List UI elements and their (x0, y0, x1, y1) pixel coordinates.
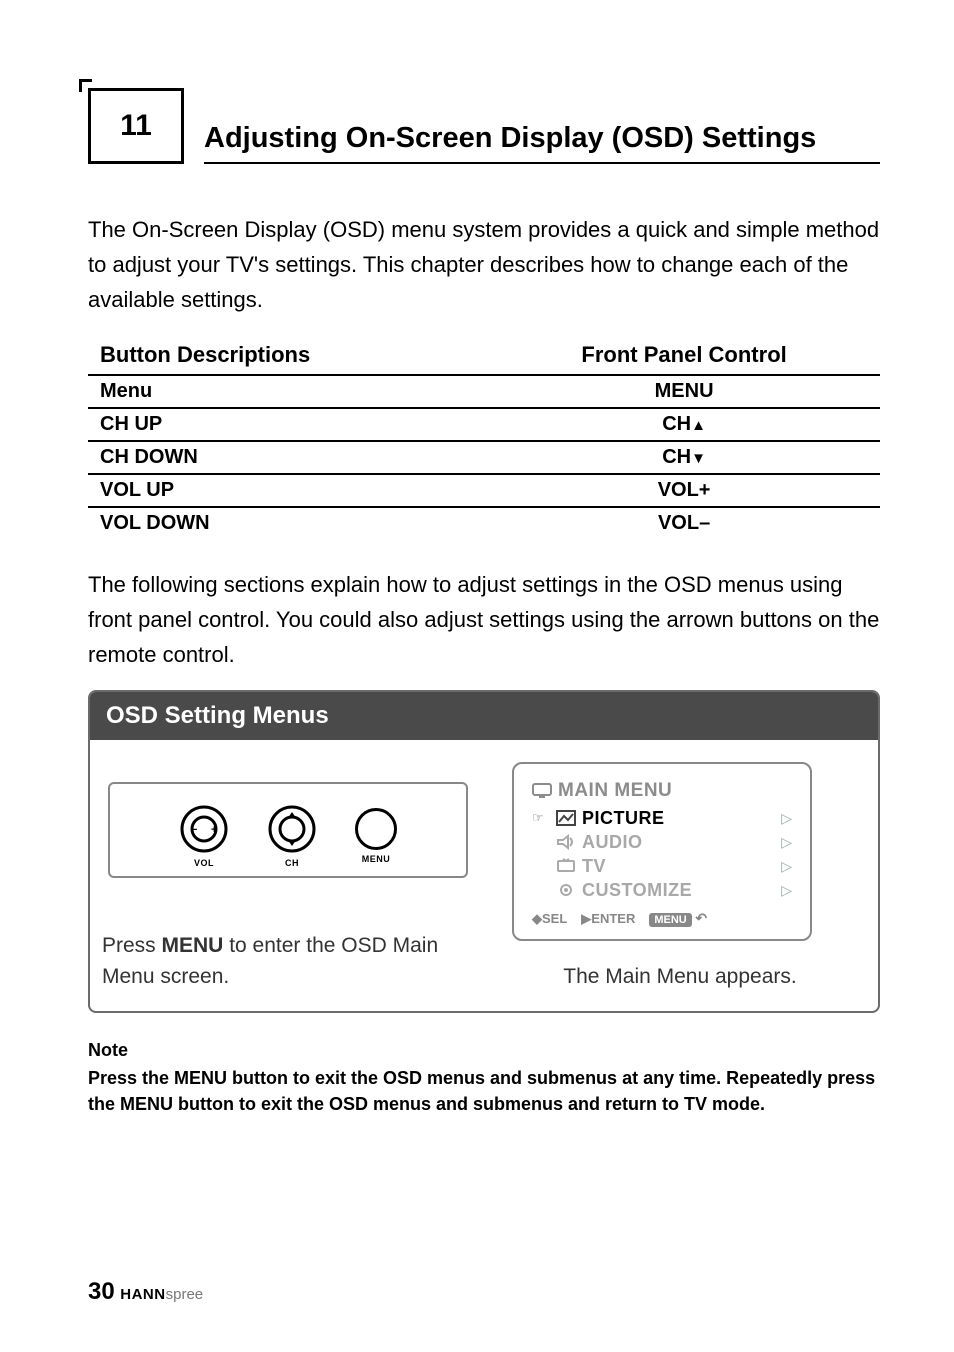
circle-icon (355, 808, 397, 850)
chapter-rule (204, 162, 880, 164)
cell-desc: VOL UP (88, 474, 488, 507)
menu-button: MENU (355, 804, 397, 864)
osd-menu-item: ☞ PICTURE ▷ (532, 806, 792, 830)
note-heading: Note (88, 1037, 880, 1063)
osd-menu-label: PICTURE (582, 808, 775, 829)
osd-menu-item: CUSTOMIZE ▷ (532, 878, 792, 902)
menu-pill: MENU (649, 913, 691, 927)
osd-menu-label: CUSTOMIZE (582, 880, 775, 901)
note-body: Press the MENU button to exit the OSD me… (88, 1068, 875, 1114)
ch-dial: CH (267, 804, 317, 868)
th-fpc: Front Panel Control (488, 338, 880, 375)
chapter-title: Adjusting On-Screen Display (OSD) Settin… (204, 120, 880, 156)
cell-fpc: MENU (488, 375, 880, 408)
chevron-right-icon: ▷ (781, 810, 792, 827)
left-caption: Press MENU to enter the OSD Main Menu sc… (102, 930, 474, 993)
pointer-icon: ☞ (532, 810, 550, 826)
osd-section: OSD Setting Menus − + VOL (88, 690, 880, 1013)
cell-fpc-text: CH (662, 446, 691, 468)
caption-text: Press (102, 934, 162, 957)
sel-hint: ◆SEL (532, 911, 567, 927)
brand-bold: HANN (120, 1286, 165, 1303)
enter-text: ENTER (591, 911, 635, 926)
triangle-down-icon (691, 446, 706, 468)
osd-menu-item: TV ▷ (532, 854, 792, 878)
intro-paragraph: The On-Screen Display (OSD) menu system … (88, 212, 880, 318)
th-desc: Button Descriptions (88, 338, 488, 375)
ch-label: CH (285, 858, 299, 868)
chapter-number: 11 (120, 109, 152, 143)
page-footer: 30 HANNspree (88, 1278, 203, 1306)
osd-heading: OSD Setting Menus (90, 692, 878, 740)
sel-text: SEL (542, 911, 567, 926)
tv-icon (556, 858, 576, 874)
right-caption: The Main Menu appears. (494, 961, 866, 993)
cell-fpc: VOL+ (488, 474, 880, 507)
return-icon: ↶ (695, 910, 707, 926)
osd-menu-title: MAIN MENU (558, 780, 672, 802)
enter-hint: ▶ENTER (581, 911, 635, 927)
chevron-right-icon: ▷ (781, 834, 792, 851)
cell-desc: Menu (88, 375, 488, 408)
menu-label: MENU (362, 854, 391, 864)
button-table: Button Descriptions Front Panel Control … (88, 338, 880, 539)
cell-fpc: CH (488, 441, 880, 474)
chevron-right-icon: ▷ (781, 858, 792, 875)
osd-menu-label: AUDIO (582, 832, 775, 853)
front-panel-figure: − + VOL CH (108, 782, 468, 878)
caption-bold: MENU (162, 934, 224, 957)
audio-icon (556, 834, 576, 850)
osd-menu-figure: MAIN MENU ☞ PICTURE ▷ AUDIO ▷ (512, 762, 812, 941)
table-row: CH DOWN CH (88, 441, 880, 474)
dial-icon: − + (179, 804, 229, 854)
customize-icon (556, 882, 576, 898)
table-row: CH UP CH (88, 408, 880, 441)
svg-text:+: + (211, 824, 217, 836)
table-row: VOL UP VOL+ (88, 474, 880, 507)
osd-menu-label: TV (582, 856, 775, 877)
picture-icon (556, 810, 576, 826)
menu-hint: MENU ↶ (649, 910, 707, 927)
cell-fpc: VOL– (488, 507, 880, 539)
chevron-right-icon: ▷ (781, 882, 792, 899)
cell-fpc-text: CH (662, 413, 691, 435)
table-row: Menu MENU (88, 375, 880, 408)
svg-text:−: − (191, 824, 197, 836)
triangle-up-icon (691, 413, 706, 435)
dial-icon (267, 804, 317, 854)
table-row: VOL DOWN VOL– (88, 507, 880, 539)
osd-menu-title-row: MAIN MENU (532, 780, 792, 802)
osd-menu-footer: ◆SEL ▶ENTER MENU ↶ (532, 910, 792, 927)
cell-desc: CH UP (88, 408, 488, 441)
vol-label: VOL (194, 858, 214, 868)
note-block: Note Press the MENU button to exit the O… (88, 1037, 880, 1117)
page-number: 30 (88, 1278, 115, 1305)
chapter-number-box: 11 (88, 88, 184, 164)
monitor-icon (532, 783, 552, 799)
chapter-header: 11 Adjusting On-Screen Display (OSD) Set… (88, 88, 880, 164)
brand-light: spree (166, 1286, 204, 1303)
paragraph-2: The following sections explain how to ad… (88, 567, 880, 673)
cell-desc: CH DOWN (88, 441, 488, 474)
osd-menu-item: AUDIO ▷ (532, 830, 792, 854)
vol-dial: − + VOL (179, 804, 229, 868)
cell-fpc: CH (488, 408, 880, 441)
cell-desc: VOL DOWN (88, 507, 488, 539)
